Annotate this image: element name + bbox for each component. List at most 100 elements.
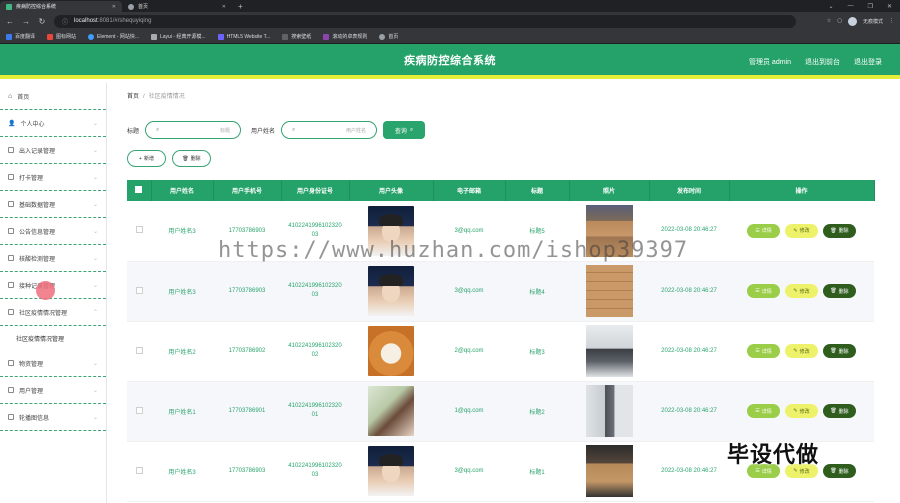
- bookmark[interactable]: 百度翻译: [6, 33, 35, 40]
- detail-icon: ☰: [755, 227, 760, 234]
- row-checkbox[interactable]: [135, 346, 143, 354]
- search-icon: ⌕: [156, 126, 160, 133]
- cell-username: 用户姓名3: [151, 261, 213, 322]
- sidebar-item-community[interactable]: 社区疫情情况管理 ⌃: [0, 299, 106, 326]
- column-header: 操作: [729, 180, 875, 201]
- detail-icon: ☰: [755, 288, 760, 294]
- new-tab-icon[interactable]: +: [232, 1, 249, 12]
- sidebar-item-profile[interactable]: 👤 个人中心 ⌄: [0, 110, 106, 137]
- cell-phone: 17703786903: [213, 441, 281, 502]
- chevron-down-icon[interactable]: ⌄: [829, 3, 834, 10]
- delete-button[interactable]: 🗑 删除: [823, 464, 856, 478]
- back-icon[interactable]: ←: [6, 17, 14, 26]
- column-header: 用户手机号: [213, 180, 282, 201]
- cursor-highlight: [36, 281, 55, 300]
- detail-button[interactable]: ☰ 详情: [747, 223, 780, 238]
- bookmark[interactable]: 滚动的卓表规则: [323, 33, 367, 40]
- select-all-cell: [127, 180, 152, 201]
- delete-button[interactable]: 🗑 删除: [823, 404, 856, 418]
- bookmark[interactable]: 搜索壁纸: [282, 33, 311, 40]
- cell-title: 标题2: [505, 381, 569, 442]
- users-icon: [8, 387, 14, 393]
- edit-button[interactable]: ✎ 修改: [785, 223, 818, 238]
- sidebar-item-base-data[interactable]: 基础数据管理 ⌄: [0, 191, 106, 218]
- query-button[interactable]: 查询 ⌕: [383, 121, 426, 139]
- maximize-icon[interactable]: ❐: [868, 3, 873, 10]
- sidebar-item-nucleic-test[interactable]: 核酸检测管理 ⌄: [0, 245, 106, 272]
- row-checkbox[interactable]: [135, 226, 143, 234]
- supplies-icon: [8, 360, 14, 366]
- chevron-up-icon: ⌃: [92, 309, 98, 316]
- row-checkbox[interactable]: [135, 286, 143, 294]
- row-checkbox[interactable]: [135, 466, 143, 474]
- star-icon[interactable]: ☆: [827, 18, 831, 24]
- cell-username: 用户姓名3: [151, 201, 213, 262]
- delete-button[interactable]: 🗑 删除: [823, 284, 856, 298]
- app-title: 疾病防控综合系统: [404, 54, 496, 67]
- breadcrumb-home[interactable]: 首页: [127, 94, 139, 100]
- delete-button[interactable]: 🗑 删除: [823, 223, 856, 238]
- bookmark[interactable]: Element - 网站快...: [88, 33, 139, 40]
- url-field[interactable]: ⓘ localhost:8081/#/shequyiqing: [54, 14, 796, 28]
- bookmark-icon: [47, 33, 54, 40]
- detail-button[interactable]: ☰ 详情: [747, 284, 780, 298]
- close-window-icon[interactable]: ✕: [887, 3, 892, 10]
- bookmark[interactable]: HTML5 Website T...: [217, 33, 270, 40]
- menu-icon[interactable]: ⋮: [889, 18, 894, 24]
- sidebar-item-carousel[interactable]: 轮播图信息 ⌄: [0, 404, 106, 431]
- sidebar-item-home[interactable]: ⌂ 首页: [0, 83, 106, 110]
- sidebar-item-access-log[interactable]: 出入记录管理 ⌄: [0, 137, 106, 164]
- sidebar-subitem-community-status[interactable]: 社区疫情情况管理: [0, 326, 106, 350]
- front-link[interactable]: 退出到前台: [805, 57, 840, 67]
- browser-tab-active[interactable]: 疾病防控综合系统 ✕: [0, 1, 122, 12]
- minimize-icon[interactable]: —: [848, 3, 854, 10]
- table-row: 用户姓名2 17703786902 410224199610232002 2@qq.c…: [127, 321, 874, 382]
- idcard-text: 410224199610232002: [288, 343, 342, 358]
- forward-icon[interactable]: →: [22, 17, 30, 26]
- cell-time: 2022-03-08 20:46:27: [649, 381, 729, 442]
- add-button[interactable]: + 新增: [127, 150, 166, 167]
- edit-button[interactable]: ✎ 修改: [785, 404, 818, 418]
- sidebar-item-supplies[interactable]: 物资管理 ⌄: [0, 350, 106, 377]
- idcard-text: 410224199610232003: [288, 463, 342, 478]
- trash-icon: 🗑: [830, 408, 837, 414]
- close-icon[interactable]: ✕: [112, 4, 116, 10]
- bookmark[interactable]: 首页: [379, 33, 398, 40]
- bookmark[interactable]: Layui - 经典开源模...: [151, 33, 206, 40]
- cell-photo: [569, 261, 649, 322]
- chevron-down-icon: ⌄: [92, 387, 98, 394]
- cell-avatar: [349, 261, 433, 322]
- select-all-checkbox[interactable]: [135, 186, 143, 193]
- bookmark-icon: [6, 33, 12, 40]
- reload-icon[interactable]: ↻: [38, 17, 46, 26]
- row-select-cell: [127, 381, 151, 442]
- detail-button[interactable]: ☰ 详情: [747, 404, 780, 418]
- delete-button[interactable]: 🗑 删除: [823, 344, 856, 358]
- edit-button[interactable]: ✎ 修改: [785, 284, 818, 298]
- table-header-row: 用户姓名 用户手机号 用户身份证号 用户头像 电子邮箱 标题 照片 发布时间 操…: [127, 180, 875, 201]
- profile-label[interactable]: 无痕模式: [863, 18, 883, 25]
- username-search-input[interactable]: ⌕ 用户姓名: [281, 121, 378, 139]
- search-icon: ⌕: [292, 126, 296, 133]
- time-text: 2022-03-08 20:46:27: [661, 347, 717, 354]
- bookmark[interactable]: 图标网站: [47, 33, 76, 40]
- sidebar-icon[interactable]: ▢: [837, 18, 842, 24]
- close-icon[interactable]: ✕: [222, 4, 226, 10]
- time-text: 2022-03-08 20:46:27: [661, 407, 717, 414]
- row-checkbox[interactable]: [135, 406, 143, 414]
- sidebar-item-notice[interactable]: 公告信息管理 ⌄: [0, 218, 106, 245]
- detail-button[interactable]: ☰ 详情: [747, 344, 780, 358]
- trash-icon: 🗑: [830, 468, 837, 474]
- profile-icon[interactable]: [847, 16, 857, 26]
- cell-avatar: [349, 381, 433, 442]
- logout-link[interactable]: 退出登录: [854, 57, 882, 67]
- bookmark-icon: [323, 33, 330, 40]
- browser-tab-inactive[interactable]: 首页 ✕: [122, 1, 232, 12]
- batch-delete-button[interactable]: 🗑 删除: [172, 150, 211, 167]
- edit-button[interactable]: ✎ 修改: [785, 344, 818, 358]
- sidebar-item-checkin[interactable]: 打卡管理 ⌄: [0, 164, 106, 191]
- vaccine-icon: [8, 282, 14, 288]
- sidebar-item-users[interactable]: 用户管理 ⌄: [0, 377, 106, 404]
- title-search-input[interactable]: ⌕ 标题: [145, 121, 242, 139]
- username-filter-label: 用户姓名: [251, 128, 276, 135]
